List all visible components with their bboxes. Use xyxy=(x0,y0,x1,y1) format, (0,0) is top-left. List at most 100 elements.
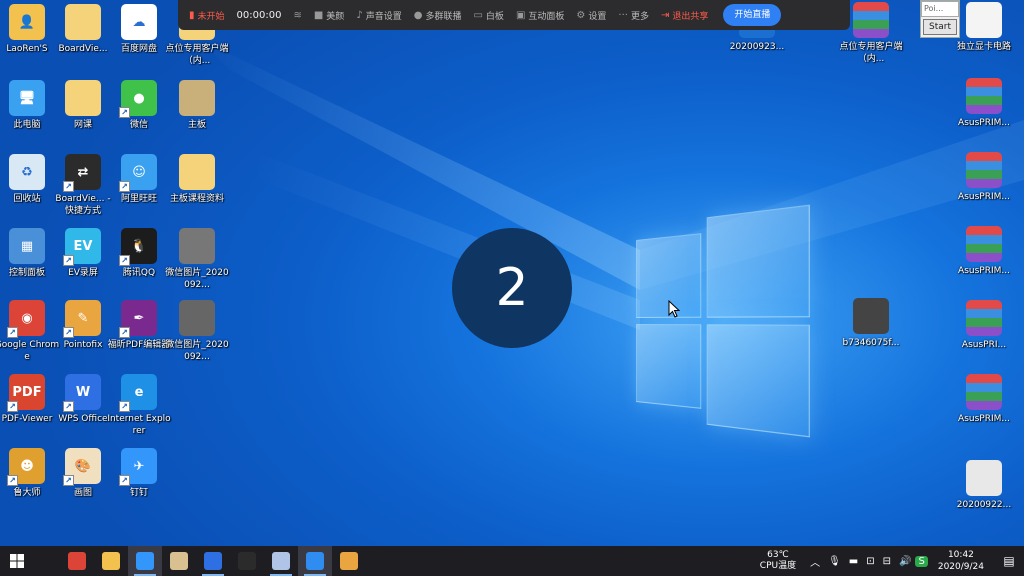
signal-bars-icon: ▮ xyxy=(189,9,195,21)
taskbar-app-button[interactable] xyxy=(162,546,196,576)
desktop-icon[interactable]: 微信图片_2020092... xyxy=(164,228,230,291)
countdown-badge: 2 xyxy=(452,228,572,348)
folder-icon xyxy=(65,4,101,40)
desktop-icon[interactable]: ☁ 百度网盘 xyxy=(106,4,172,55)
taskbar-app-button[interactable] xyxy=(94,546,128,576)
taskbar-app-button[interactable] xyxy=(128,546,162,576)
control-panel-icon: ▦ xyxy=(9,228,45,264)
folder-icon xyxy=(65,80,101,116)
input-method-icon[interactable]: S xyxy=(915,555,928,567)
desktop-icon[interactable]: ✈ ↗ 钉钉 xyxy=(106,448,172,499)
taskbar-app-button[interactable] xyxy=(60,546,94,576)
desktop-icon[interactable]: AsusPRI... xyxy=(951,300,1017,351)
taskbar-app-button[interactable] xyxy=(264,546,298,576)
desktop-icon[interactable]: 20200922... xyxy=(951,460,1017,511)
folder-icon xyxy=(179,154,215,190)
desktop-icon[interactable]: ● ↗ 微信 xyxy=(106,80,172,131)
start-button[interactable] xyxy=(0,546,34,576)
windows-logo-wallpaper xyxy=(636,204,826,438)
foxit-pdf-icon: ✒ ↗ xyxy=(119,300,157,338)
settings-button[interactable]: ⚙ 设置 xyxy=(571,9,611,22)
taskbar-app-button[interactable] xyxy=(298,546,332,576)
notification-center-icon[interactable]: ▤ xyxy=(994,554,1024,568)
taskbar-apps xyxy=(60,546,366,576)
sound-settings-label: 声音设置 xyxy=(365,11,402,22)
pointofix-start-widget: Poi... Start xyxy=(920,0,960,38)
aliwangwang-icon: ☺ ↗ xyxy=(119,154,157,192)
shortcut-arrow-icon: ↗ xyxy=(119,327,130,338)
desktop-icon[interactable]: 独立显卡电路 xyxy=(951,2,1017,53)
start-live-button[interactable]: 开始直播 xyxy=(723,4,782,26)
desktop-icon[interactable]: AsusPRIM... xyxy=(951,78,1017,129)
meeting-control-bar: ▮ 未开始 00:00:00 ≋ ■ 美颜 ♪ 声音设置 ● 多群联播 ▭ 白板… xyxy=(178,0,850,30)
panel-icon: ▣ xyxy=(515,9,526,21)
meeting-timer: 00:00:00 xyxy=(236,9,282,21)
chevron-up-icon[interactable]: ︿ xyxy=(806,554,824,569)
cpu-temperature[interactable]: 63℃ CPU温度 xyxy=(750,550,806,572)
desktop-icon[interactable]: 🐧 ↗ 腾讯QQ xyxy=(106,228,172,279)
taskbar-app-button[interactable] xyxy=(230,546,264,576)
taskbar-app-button[interactable] xyxy=(332,546,366,576)
pdf-taskbar-icon xyxy=(272,552,290,570)
settings-label: 设置 xyxy=(588,11,607,22)
whiteboard-label: 白板 xyxy=(485,11,504,22)
winrar-archive-icon xyxy=(966,226,1002,262)
sound-settings-button[interactable]: ♪ 声音设置 xyxy=(351,9,406,22)
winrar-archive-icon xyxy=(966,300,1002,336)
internet-explorer-icon: e ↗ xyxy=(119,374,157,412)
desktop-icon[interactable]: ☺ ↗ 阿里旺旺 xyxy=(106,154,172,205)
ludashi-icon: ☻ ↗ xyxy=(7,448,45,486)
desktop-icon[interactable]: AsusPRIM... xyxy=(951,226,1017,277)
pointofix-taskbar-icon xyxy=(340,552,358,570)
meeting-taskbar-icon xyxy=(306,552,324,570)
desktop-icon-label: Internet Explorer xyxy=(107,414,171,436)
desktop-icon-label: 微信图片_2020092... xyxy=(165,268,229,290)
image-file-icon xyxy=(853,298,889,334)
chrome-taskbar-icon xyxy=(68,552,86,570)
desktop-icon-label: 20200923... xyxy=(729,42,785,52)
more-button[interactable]: ··· 更多 xyxy=(613,9,654,22)
winrar-archive-icon xyxy=(853,2,889,38)
whiteboard-button[interactable]: ▭ 白板 xyxy=(468,9,508,22)
image-file-icon xyxy=(179,228,215,264)
desktop-icon[interactable]: 主板课程资料 xyxy=(164,154,230,205)
desktop-icon-label: AsusPRIM... xyxy=(958,118,1010,128)
chrome-icon: ◉ ↗ xyxy=(7,300,45,338)
start-widget-button[interactable]: Start xyxy=(923,19,957,35)
exit-icon: ⇥ xyxy=(660,9,670,21)
microphone-tray-icon[interactable]: 🎙 xyxy=(824,556,845,567)
network-tray-icon[interactable]: ⊟ xyxy=(879,556,895,567)
gear-icon: ⚙ xyxy=(576,9,586,21)
clock-date: 2020/9/24 xyxy=(937,562,984,572)
volume-tray-icon[interactable]: 🔊 xyxy=(895,556,915,567)
folder-icon xyxy=(179,80,215,116)
multi-group-button[interactable]: ● 多群联播 xyxy=(409,9,467,22)
microphone-icon: ♪ xyxy=(356,9,363,21)
desktop-icon-label: AsusPRIM... xyxy=(958,192,1010,202)
desktop-icon-label: b7346075f... xyxy=(842,338,900,348)
desktop-icon[interactable]: 微信图片_2020092... xyxy=(164,300,230,363)
shortcut-arrow-icon: ↗ xyxy=(7,475,18,486)
shortcut-arrow-icon: ↗ xyxy=(119,475,130,486)
usb-tray-icon[interactable]: ▬ xyxy=(845,556,862,567)
image-file-icon xyxy=(966,460,1002,496)
desktop-icon[interactable]: ✒ ↗ 福昕PDF编辑器 xyxy=(106,300,172,351)
paint-icon: 🎨 ↗ xyxy=(63,448,101,486)
shortcut-arrow-icon: ↗ xyxy=(63,255,74,266)
exit-share-button[interactable]: ⇥ 退出共享 xyxy=(656,9,713,22)
interaction-panel-button[interactable]: ▣ 互动面板 xyxy=(511,9,569,22)
desktop[interactable]: 👤 LaoRen'S BoardVie... ☁ 百度网盘 点位专用客户端（内... 🖥 此电… xyxy=(0,0,1024,546)
desktop-icon[interactable]: 主板 xyxy=(164,80,230,131)
pointofix-icon: ✎ ↗ xyxy=(63,300,101,338)
desktop-icon[interactable]: AsusPRIM... xyxy=(951,152,1017,203)
beauty-button[interactable]: ■ 美颜 xyxy=(309,9,349,22)
desktop-icon[interactable]: e ↗ Internet Explorer xyxy=(106,374,172,437)
display-tray-icon[interactable]: ⊡ xyxy=(862,556,878,567)
desktop-icon[interactable]: AsusPRIM... xyxy=(951,374,1017,425)
desktop-icon[interactable]: b7346075f... xyxy=(838,298,904,349)
start-widget-input[interactable]: Poi... xyxy=(921,1,959,17)
shortcut-arrow-icon: ↗ xyxy=(7,327,18,338)
taskbar-app-button[interactable] xyxy=(196,546,230,576)
computer-icon: 🖥 xyxy=(9,80,45,116)
taskbar-clock[interactable]: 10:42 2020/9/24 xyxy=(928,549,994,573)
